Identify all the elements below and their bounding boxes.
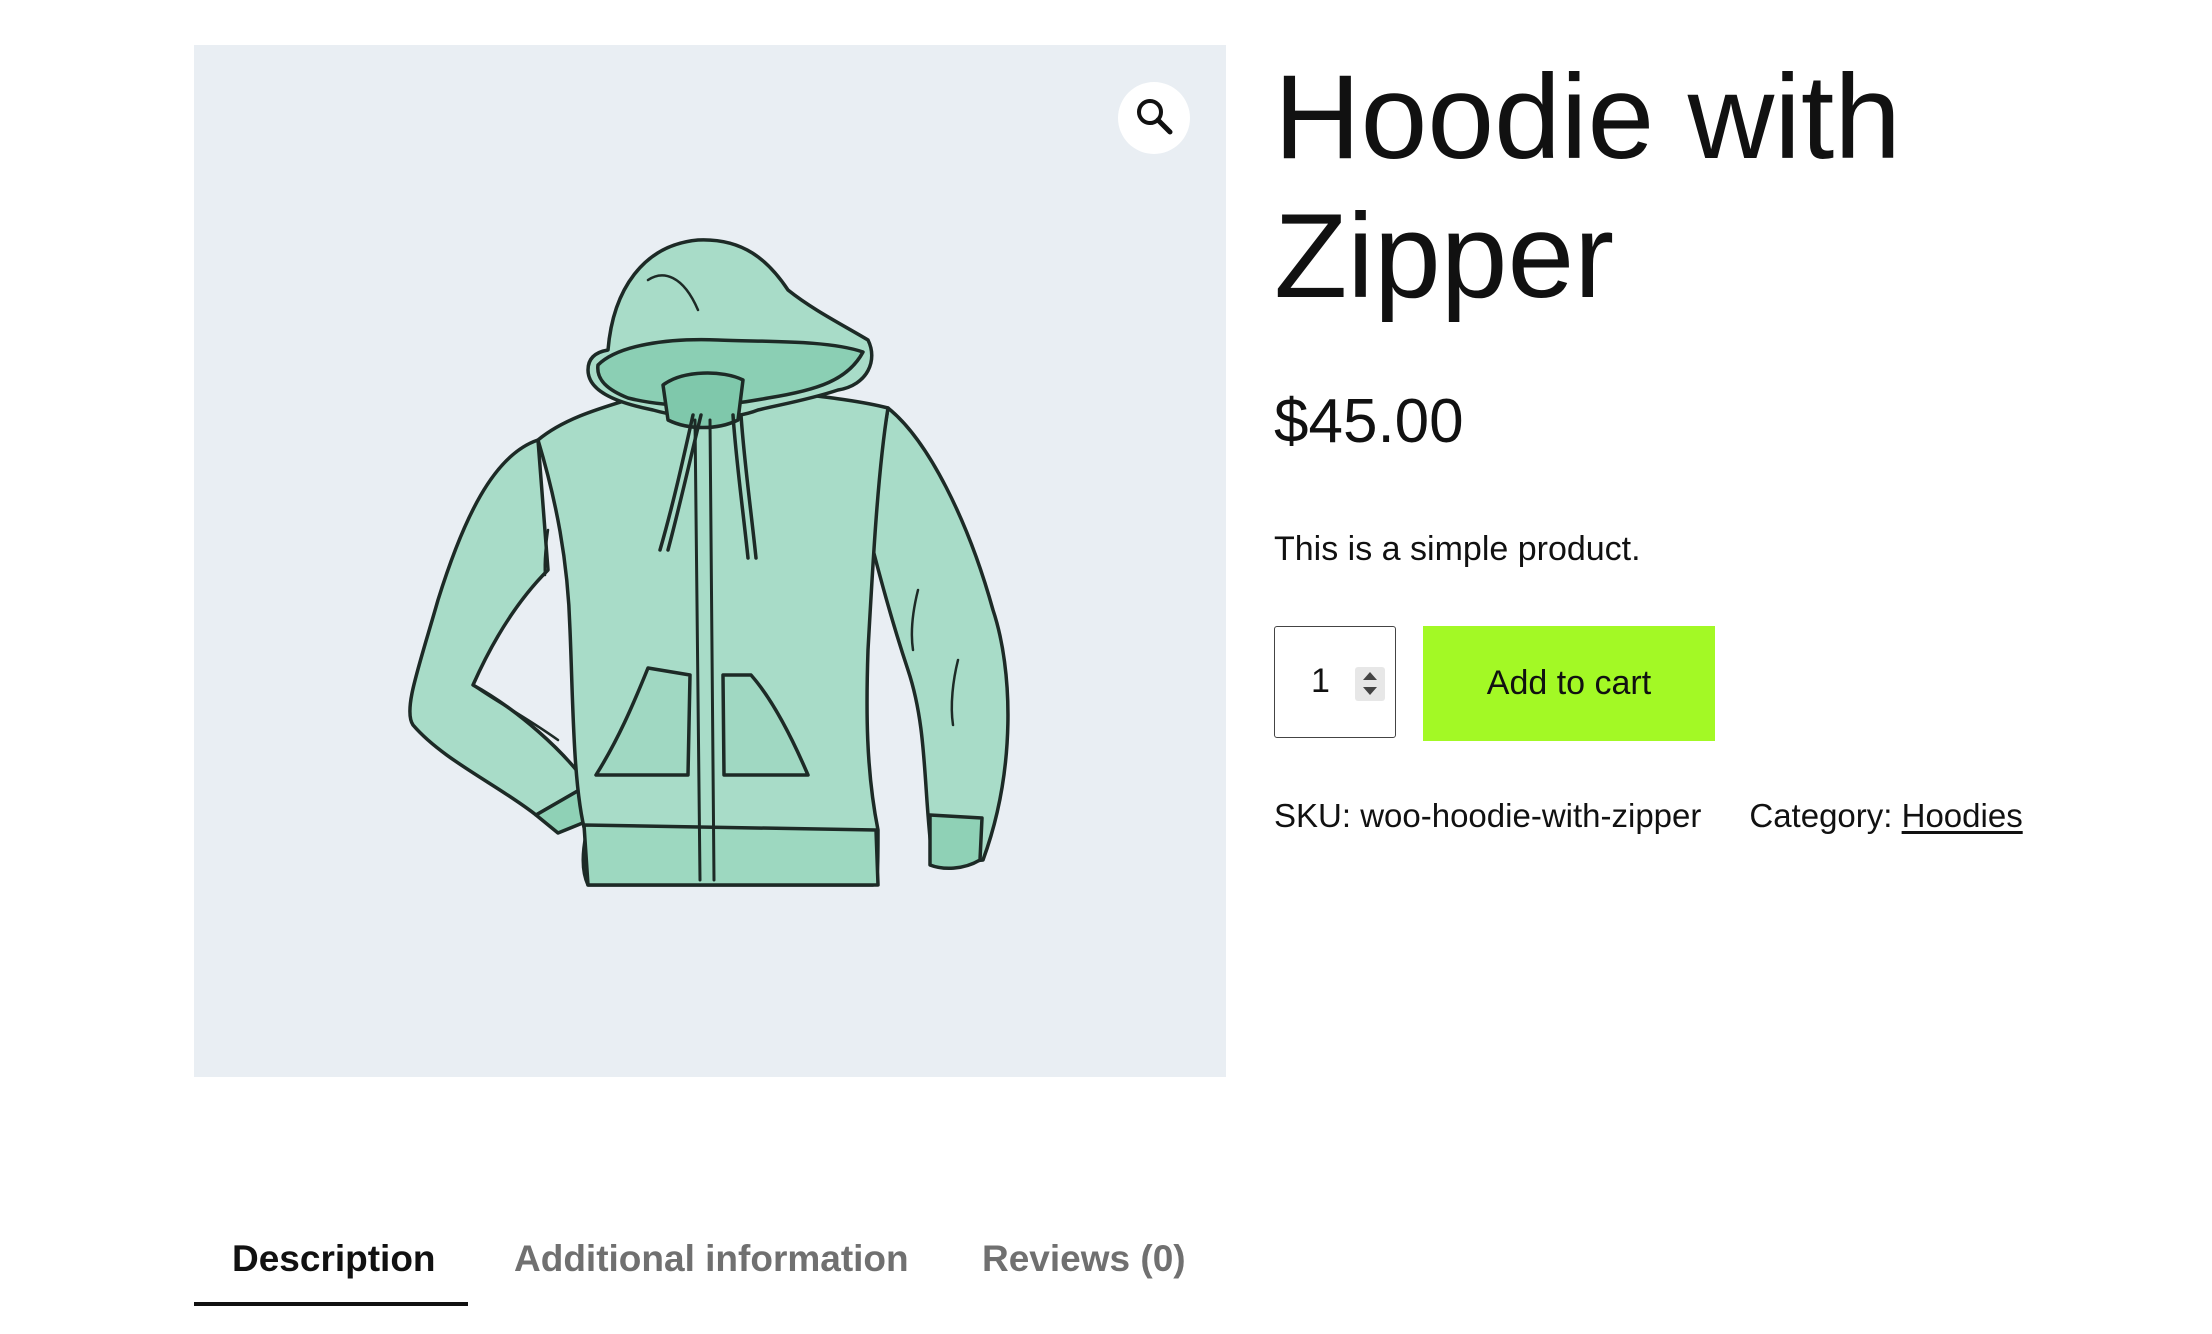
product-image[interactable]: [398, 230, 1028, 890]
quantity-stepper[interactable]: [1355, 667, 1385, 701]
category-label: Category:: [1749, 797, 1893, 834]
tab-reviews[interactable]: Reviews (0): [982, 1235, 1186, 1283]
active-tab-indicator: [194, 1302, 468, 1306]
product-short-description: This is a simple product.: [1274, 530, 1641, 568]
increment-arrow-icon[interactable]: [1363, 672, 1377, 680]
decrement-arrow-icon[interactable]: [1363, 687, 1377, 695]
zoom-button[interactable]: [1118, 82, 1190, 154]
sku: SKU: woo-hoodie-with-zipper: [1274, 797, 1701, 834]
product-title: Hoodie with Zipper: [1274, 50, 1902, 323]
quantity-value: 1: [1311, 662, 1330, 700]
category-link[interactable]: Hoodies: [1902, 797, 2023, 834]
tab-additional-information[interactable]: Additional information: [514, 1235, 909, 1283]
category: Category: Hoodies: [1749, 797, 2022, 834]
add-to-cart-button[interactable]: Add to cart: [1423, 626, 1715, 741]
tab-description[interactable]: Description: [232, 1235, 436, 1283]
sku-value: woo-hoodie-with-zipper: [1360, 797, 1702, 834]
quantity-input[interactable]: 1: [1274, 626, 1396, 738]
magnifier-icon: [1134, 96, 1174, 141]
product-price: $45.00: [1274, 387, 1464, 456]
sku-label: SKU:: [1274, 797, 1352, 834]
product-meta: SKU: woo-hoodie-with-zipper Category: Hoo…: [1274, 796, 2023, 836]
